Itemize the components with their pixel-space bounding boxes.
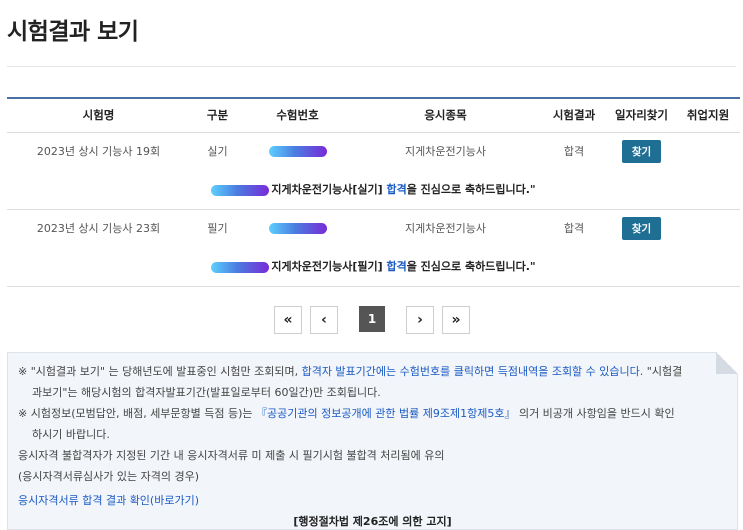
col-header-result: 시험결과 bbox=[541, 97, 607, 133]
pass-text: 합격 bbox=[386, 183, 407, 197]
col-header-employment-support: 취업지원 bbox=[676, 97, 740, 133]
results-table: 시험명 구분 수험번호 응시종목 시험결과 일자리찾기 취업지원 2023년 상… bbox=[7, 97, 740, 287]
congrats-row: 지게차운전기능사[필기] 합격을 진심으로 축하드립니다." bbox=[7, 247, 740, 287]
exam-result: 합격 bbox=[563, 222, 585, 236]
folded-corner-icon bbox=[716, 352, 738, 374]
pass-text: 합격 bbox=[386, 260, 407, 274]
next-page-button[interactable]: › bbox=[406, 306, 434, 334]
col-header-exam-name: 시험명 bbox=[7, 97, 190, 133]
job-search-cell: 찾기 bbox=[607, 209, 676, 247]
exam-number-link-redacted[interactable] bbox=[268, 146, 327, 158]
employment-support-cell bbox=[676, 209, 740, 247]
redacted-name bbox=[211, 184, 270, 196]
col-header-field: 응시종목 bbox=[350, 97, 541, 133]
exam-number-cell bbox=[245, 132, 350, 170]
col-header-job-search: 일자리찾기 bbox=[607, 97, 676, 133]
exam-type: 실기 bbox=[207, 145, 228, 159]
document-result-link[interactable]: 응시자격서류 합격 결과 확인(바로가기) bbox=[18, 490, 727, 511]
exam-name: 2023년 상시 기능사 19회 bbox=[36, 145, 161, 159]
notice-line: 응시자격 불합격자가 지정된 기간 내 응시자격서류 미 제출 시 필기시험 불… bbox=[18, 449, 445, 462]
exam-name: 2023년 상시 기능사 23회 bbox=[36, 222, 161, 236]
current-page[interactable]: 1 bbox=[359, 306, 385, 332]
col-header-exam-number: 수험번호 bbox=[245, 97, 350, 133]
notice-line: 과보기"는 해당시험의 합격자발표기간(발표일로부터 60일간)만 조회됩니다. bbox=[32, 386, 381, 399]
congrats-row: 지게차운전기능사[실기] 합격을 진심으로 축하드립니다." bbox=[7, 170, 740, 210]
job-search-cell: 찾기 bbox=[607, 132, 676, 170]
exam-result: 합격 bbox=[563, 145, 585, 159]
col-header-type: 구분 bbox=[190, 97, 245, 133]
notice-footer: [행정절차법 제26조에 의한 고지] bbox=[293, 515, 452, 528]
find-job-button[interactable]: 찾기 bbox=[621, 139, 662, 163]
notice-line: (응시자격서류심사가 있는 자격의 경우) bbox=[18, 470, 199, 483]
exam-type: 필기 bbox=[207, 222, 228, 236]
notice-box: ※ "시험결과 보기" 는 당해년도에 발표중인 시험만 조회되며, 합격자 발… bbox=[7, 352, 738, 530]
title-divider bbox=[7, 66, 736, 67]
notice-line: 하시기 바랍니다. bbox=[32, 428, 110, 441]
exam-field: 지게차운전기능사 bbox=[405, 222, 486, 236]
notice-line: ※ "시험결과 보기" 는 당해년도에 발표중인 시험만 조회되며, 합격자 발… bbox=[18, 365, 683, 378]
table-header-row: 시험명 구분 수험번호 응시종목 시험결과 일자리찾기 취업지원 bbox=[7, 97, 740, 133]
table-row: 2023년 상시 기능사 23회 필기 지게차운전기능사 합격 찾기 bbox=[7, 209, 740, 247]
exam-field: 지게차운전기능사 bbox=[405, 145, 486, 159]
first-page-button[interactable]: « bbox=[274, 306, 302, 334]
find-job-button[interactable]: 찾기 bbox=[621, 216, 662, 240]
redacted-name bbox=[211, 261, 270, 273]
prev-page-button[interactable]: ‹ bbox=[310, 306, 338, 334]
notice-line: ※ 시험정보(모범답안, 배점, 세부문항별 득점 등)는 『공공기관의 정보공… bbox=[18, 407, 675, 420]
table-row: 2023년 상시 기능사 19회 실기 지게차운전기능사 합격 찾기 bbox=[7, 132, 740, 170]
exam-number-cell bbox=[245, 209, 350, 247]
exam-number-link-redacted[interactable] bbox=[268, 223, 327, 235]
page-title: 시험결과 보기 bbox=[7, 19, 139, 45]
last-page-button[interactable]: » bbox=[442, 306, 470, 334]
congrats-message: 지게차운전기능사[필기] 합격을 진심으로 축하드립니다." bbox=[7, 247, 740, 287]
congrats-message: 지게차운전기능사[실기] 합격을 진심으로 축하드립니다." bbox=[7, 170, 740, 210]
employment-support-cell bbox=[676, 132, 740, 170]
